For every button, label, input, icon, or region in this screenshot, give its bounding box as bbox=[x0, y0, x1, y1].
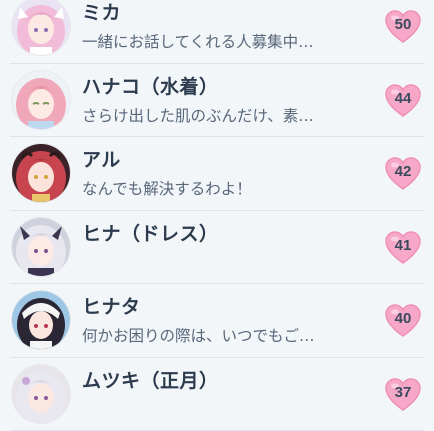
last-message: なんでも解決するわよ！ bbox=[82, 177, 352, 199]
bond-level-badge: 41 bbox=[384, 230, 422, 266]
momotalk-student-list: ミカ 一緒にお話してくれる人募集中… 50 ハナコ（水着） さらけ出した肌のぶん… bbox=[0, 0, 434, 431]
hanako-swimsuit-portrait-icon bbox=[12, 71, 70, 129]
bond-level-number: 41 bbox=[384, 237, 422, 254]
hinata-portrait-icon bbox=[12, 291, 70, 349]
last-message: 何かお困りの際は、いつでもご… bbox=[82, 324, 352, 346]
student-row-hanako-swimsuit[interactable]: ハナコ（水着） さらけ出した肌のぶんだけ、素… 44 bbox=[0, 64, 434, 138]
bond-level-number: 37 bbox=[384, 384, 422, 401]
bond-level-badge: 50 bbox=[384, 9, 422, 45]
bond-level-number: 42 bbox=[384, 163, 422, 180]
bond-level-badge: 40 bbox=[384, 303, 422, 339]
student-row-hina-dress[interactable]: ヒナ（ドレス） 41 bbox=[0, 211, 434, 285]
last-message: 一緒にお話してくれる人募集中… bbox=[82, 30, 352, 52]
student-row-aru[interactable]: アル なんでも解決するわよ！ 42 bbox=[0, 137, 434, 211]
student-name: ミカ bbox=[82, 0, 121, 25]
student-name: ヒナタ bbox=[82, 292, 141, 319]
student-name: ハナコ（水着） bbox=[82, 72, 219, 99]
aru-portrait-icon bbox=[12, 144, 70, 202]
student-row-mika[interactable]: ミカ 一緒にお話してくれる人募集中… 50 bbox=[0, 0, 434, 64]
bond-level-badge: 44 bbox=[384, 83, 422, 119]
student-name: アル bbox=[82, 145, 121, 172]
bond-level-number: 44 bbox=[384, 90, 422, 107]
bond-level-number: 50 bbox=[384, 16, 422, 33]
last-message: さらけ出した肌のぶんだけ、素… bbox=[82, 104, 352, 126]
mutsuki-new-year-portrait-icon bbox=[12, 365, 70, 423]
student-row-hinata[interactable]: ヒナタ 何かお困りの際は、いつでもご… 40 bbox=[0, 284, 434, 358]
bond-level-number: 40 bbox=[384, 310, 422, 327]
hina-dress-portrait-icon bbox=[12, 218, 70, 276]
student-name: ヒナ（ドレス） bbox=[82, 219, 219, 246]
mika-portrait-icon bbox=[12, 0, 70, 55]
student-name: ムツキ（正月） bbox=[82, 366, 219, 393]
bond-level-badge: 37 bbox=[384, 377, 422, 413]
student-row-mutsuki-new-year[interactable]: ムツキ（正月） 37 bbox=[0, 358, 434, 431]
bond-level-badge: 42 bbox=[384, 156, 422, 192]
